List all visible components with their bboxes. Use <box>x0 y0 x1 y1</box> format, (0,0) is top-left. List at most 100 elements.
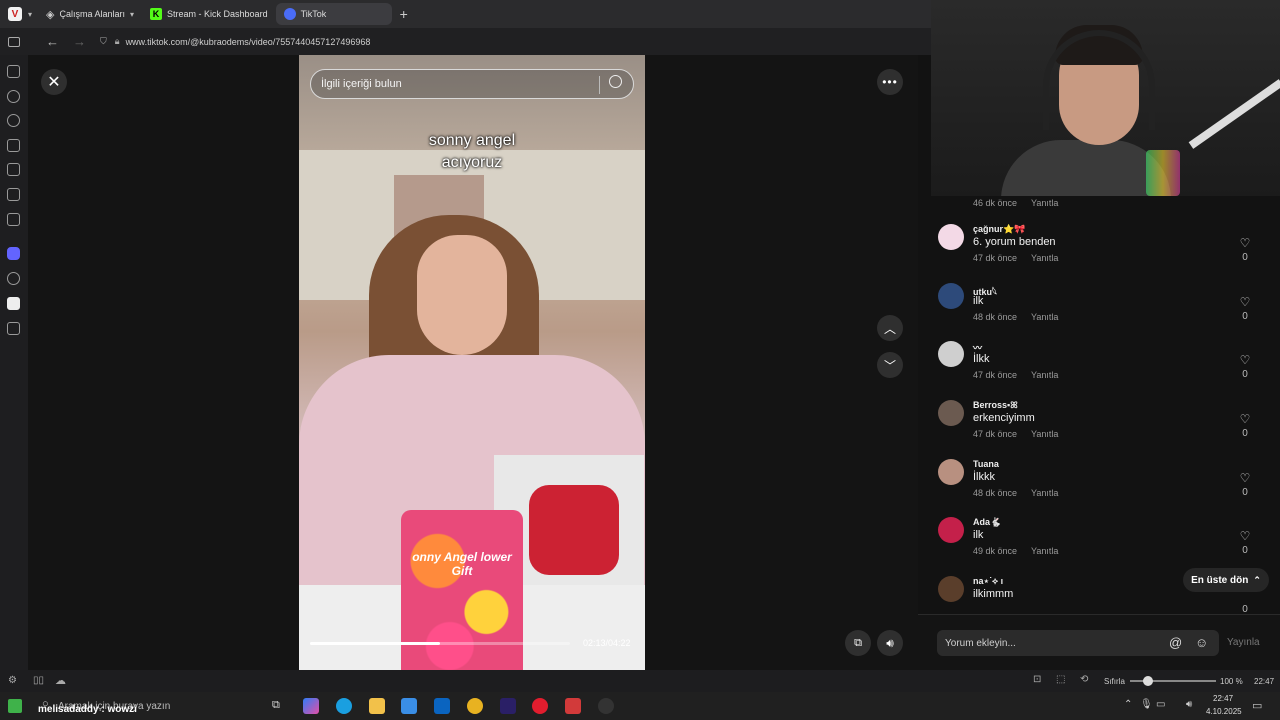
tab-tiktok[interactable]: TikTok <box>275 3 392 25</box>
close-icon[interactable]: ✕ <box>41 69 67 95</box>
downloads-icon[interactable] <box>7 90 20 103</box>
mastodon-icon[interactable] <box>7 247 20 260</box>
tile-icon[interactable]: ▯▯ <box>33 675 44 686</box>
search-icon[interactable] <box>609 75 622 88</box>
comment-input[interactable]: Yorum ekleyin... @ ☺ <box>937 630 1219 656</box>
translate-icon[interactable] <box>7 163 20 176</box>
start-icon[interactable] <box>8 699 22 713</box>
settings-icon[interactable]: ⚙ <box>8 675 17 686</box>
zoom-level: 100 % <box>1220 677 1243 686</box>
comment-username[interactable]: çağnur⭐🎀 <box>973 224 1025 235</box>
web-panel-icon[interactable] <box>7 272 20 285</box>
reply-link[interactable]: Yanıtla <box>1031 488 1058 498</box>
avatar[interactable] <box>938 283 964 309</box>
obs-app-icon[interactable] <box>598 698 614 714</box>
zoom-slider-knob[interactable] <box>1143 676 1153 686</box>
tiling-icon[interactable]: ⬚ <box>1056 674 1065 685</box>
chevron-down-icon[interactable]: ▾ <box>28 10 32 19</box>
video-caption: sonny angel acıyoruz <box>372 130 572 174</box>
like-count: 0 <box>1242 369 1248 380</box>
wifi-icon[interactable]: ▭ <box>1156 699 1165 710</box>
back-to-top-button[interactable]: En üste dön ⌃ <box>1183 568 1269 592</box>
caption-line-1: sonny angel <box>428 132 516 149</box>
reply-link[interactable]: Yanıtla <box>1031 253 1058 263</box>
comment-username[interactable]: Tuana <box>973 459 999 469</box>
status-clock: 22:47 <box>1254 677 1275 686</box>
video-progress-fill <box>310 642 440 645</box>
history-icon[interactable] <box>7 114 20 127</box>
sonny-angel-can: onny Angel lower Gift <box>401 510 523 670</box>
next-video-icon[interactable]: ﹀ <box>877 352 903 378</box>
tab-workspaces[interactable]: ◈ Çalışma Alanları ▾ <box>38 3 142 25</box>
avatar[interactable] <box>938 400 964 426</box>
emoji-icon[interactable]: ☺ <box>1195 635 1208 650</box>
comment-username[interactable]: na⋆˙⟡ ı <box>973 576 1003 587</box>
previous-video-icon[interactable]: ︿ <box>877 315 903 341</box>
like-count: 0 <box>1242 311 1248 322</box>
chrome-app-icon[interactable] <box>467 698 483 714</box>
speaker-icon[interactable]: 🔊︎ <box>1186 699 1192 710</box>
page-actions-icon[interactable]: ⟲ <box>1080 674 1088 685</box>
comment-text: İlkk <box>973 353 990 365</box>
microphone-icon[interactable]: 🎙︎ <box>1140 699 1153 710</box>
more-options-icon[interactable]: ••• <box>877 69 903 95</box>
comment-text: ilk <box>973 295 984 307</box>
network-icon[interactable]: ⌃ <box>1124 699 1132 710</box>
reply-link[interactable]: Yanıtla <box>1031 546 1058 556</box>
notifications-icon[interactable]: ▭ <box>1252 699 1262 712</box>
edge-app-icon[interactable] <box>336 698 352 714</box>
add-panel-icon[interactable] <box>7 322 20 335</box>
file-explorer-app-icon[interactable] <box>369 698 385 714</box>
post-button[interactable]: Yayınla <box>1227 637 1260 648</box>
capture-icon[interactable]: ⊡ <box>1033 674 1041 685</box>
floating-player-icon[interactable]: ⧉ <box>845 630 871 656</box>
mail-icon[interactable] <box>7 213 20 226</box>
mention-icon[interactable]: @ <box>1169 635 1182 650</box>
back-icon[interactable]: ← <box>46 34 59 49</box>
comment-text: İlkkk <box>973 471 995 483</box>
notes-icon[interactable] <box>7 139 20 152</box>
vivaldi-menu-icon[interactable]: V <box>8 7 22 21</box>
bookmarks-icon[interactable] <box>7 65 20 78</box>
like-heart-icon[interactable]: ♡ <box>1238 412 1252 426</box>
avatar[interactable] <box>938 576 964 602</box>
outlook-app-icon[interactable] <box>434 698 450 714</box>
cloud-icon[interactable]: ☁ <box>55 674 66 687</box>
vivaldi-app-icon[interactable] <box>565 698 581 714</box>
reply-link[interactable]: Yanıtla <box>1031 198 1058 208</box>
store-app-icon[interactable] <box>401 698 417 714</box>
copilot-app-icon[interactable] <box>303 698 319 714</box>
wikipedia-icon[interactable] <box>7 297 20 310</box>
tab-kick-dashboard[interactable]: K Stream - Kick Dashboard <box>142 3 276 25</box>
related-search-input[interactable]: İlgili içeriği bulun <box>310 69 634 99</box>
volume-icon[interactable]: 🔊︎ <box>877 630 903 656</box>
like-heart-icon[interactable]: ♡ <box>1238 471 1252 485</box>
opera-app-icon[interactable] <box>532 698 548 714</box>
avatar[interactable] <box>938 459 964 485</box>
like-heart-icon[interactable]: ♡ <box>1238 529 1252 543</box>
reply-link[interactable]: Yanıtla <box>1031 312 1058 322</box>
like-heart-icon[interactable]: ♡ <box>1238 295 1252 309</box>
avatar[interactable] <box>938 224 964 250</box>
video-progress-bar[interactable] <box>310 642 570 645</box>
layers-icon: ◈ <box>46 8 55 21</box>
like-heart-icon[interactable]: ♡ <box>1238 353 1252 367</box>
premiere-app-icon[interactable] <box>500 698 516 714</box>
reading-list-icon[interactable] <box>7 188 20 201</box>
panel-toggle-icon[interactable] <box>8 36 20 47</box>
zoom-reset-button[interactable]: Sıfırla <box>1104 677 1125 686</box>
avatar[interactable] <box>938 517 964 543</box>
shield-icon[interactable]: ⛉ <box>100 36 107 47</box>
like-heart-icon[interactable]: ♡ <box>1238 236 1252 250</box>
comment-username[interactable]: Ada🐇 <box>973 517 1001 528</box>
like-count: 0 <box>1242 252 1248 263</box>
task-view-icon[interactable]: ⧉ <box>272 699 280 712</box>
forward-icon[interactable]: → <box>73 34 86 49</box>
reply-link[interactable]: Yanıtla <box>1031 370 1058 380</box>
url-field[interactable]: www.tiktok.com/@kubraodems/video/7557440… <box>126 37 371 47</box>
new-tab-icon[interactable]: + <box>400 6 408 22</box>
comment-username[interactable]: Berross▪︎ꕤ <box>973 400 1018 411</box>
zoom-slider[interactable] <box>1130 676 1216 686</box>
reply-link[interactable]: Yanıtla <box>1031 429 1058 439</box>
avatar[interactable] <box>938 341 964 367</box>
